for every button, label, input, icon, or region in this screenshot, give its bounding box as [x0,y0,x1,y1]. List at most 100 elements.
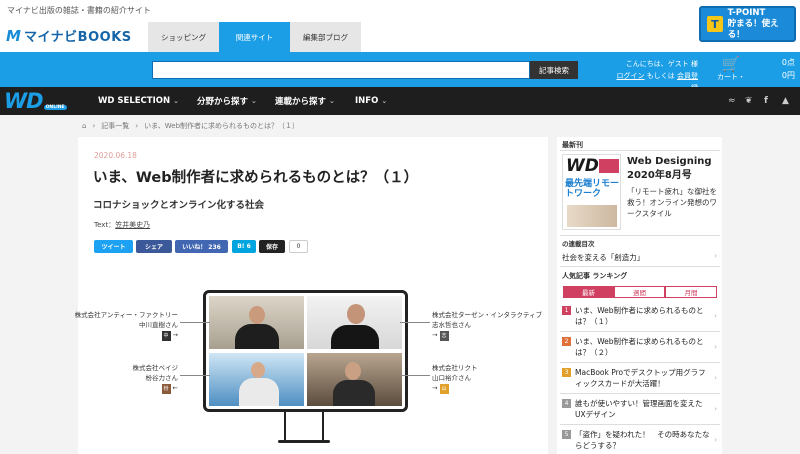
breadcrumb-articles[interactable]: 記事一覧 [101,121,129,131]
tweet-button[interactable]: ツイート [94,240,133,253]
tab-related-sites[interactable]: 関連サイト [219,22,290,52]
monitor-base [278,440,330,443]
divider [560,266,720,267]
participant-label-nakagawa: 株式会社アンティー・ファクトリー 中川直樹さん 中 → [70,310,178,341]
tab-shopping[interactable]: ショッピング [148,22,219,52]
rss-icon[interactable]: ≈ [728,87,736,115]
wd-logo-text: WD [4,89,44,113]
participant-tag: 枌 [161,384,171,394]
nav-by-series[interactable]: 連載から探す ⌄ [275,87,335,115]
connector-line [180,322,210,323]
mynavi-logo-text: マイナビBOOKS [23,30,132,45]
participant-name: 山口裕介さん [432,374,471,382]
ranking-tab-latest[interactable]: 最新 [563,286,614,298]
article-title: いま、Web制作者に求められるものとは？（１） [93,170,419,186]
facebook-icon[interactable]: f [764,87,768,115]
nav-wd-selection[interactable]: WD SELECTION ⌄ [98,87,179,115]
rank-title: 誰もが使いやすい！管理画面を変えたUXデザイン [575,399,703,419]
magazine-title-name: Web Designing [627,156,712,167]
participant-label-sogitani: 株式会社ベイジ 枌谷力さん 枌 ← [70,363,178,394]
participant-label-shimizu: 株式会社ターゼン・インタラクティブ 志水哲也さん → 志 [432,310,544,341]
tpoint-title: T-POINT [727,7,766,18]
chevron-right-icon: › [714,436,717,444]
video-tile-shimizu [307,296,402,349]
magazine-description: 「リモート疲れ」な御社を救う！オンライン発想のワークスタイル [627,187,717,218]
greeting-text: こんにちは、ゲスト 様 [625,60,698,68]
participant-name: 枌谷力さん [145,374,179,382]
article-credit: Text：笠井美史乃 [94,220,150,230]
arrow-right-icon: → [432,331,438,339]
video-tile-sogitani [209,353,304,406]
participant-tag: 山 [439,384,449,394]
author-link[interactable]: 笠井美史乃 [115,221,150,229]
cart-button[interactable]: 🛒 カート・ [711,56,751,84]
participant-company: 株式会社ベイジ [132,364,179,372]
cart-summary: 0点 0円 [755,56,795,82]
tweet-label: ツイート [101,244,126,251]
twitter-icon[interactable]: ❦ [745,87,753,115]
wd-online-badge: ONLINE [43,104,67,110]
feedly-icon[interactable]: ▲ [782,87,789,115]
hatena-bookmark-button[interactable]: B! 6 [232,240,256,253]
magazine-issue: 2020年8月号 [627,170,692,181]
chevron-right-icon: › [714,405,717,413]
participant-tag: 中 [161,331,171,341]
facebook-share-button[interactable]: シェア [136,240,172,253]
rank-number: 5 [562,430,571,439]
ranking-item-2[interactable]: 2 いま、Web制作者に求められるものとは？（２） › [562,336,717,358]
rank-title: いま、Web制作者に求められるものとは？（２） [575,337,704,357]
cart-item-count: 0点 [781,58,795,67]
chevron-down-icon: ⌄ [381,97,388,105]
cart-icon: 🛒 [721,55,741,73]
series-toc-heading: の連載目次 [562,240,595,248]
ranking-item-1[interactable]: 1 いま、Web制作者に求められるものとは？（１） › [562,305,717,327]
ranking-item-5[interactable]: 5 「盗作」を疑われた！ その時あなたならどうする？ › [562,429,717,451]
connector-line [400,322,430,323]
tab-editorial-blog[interactable]: 編集部ブログ [290,22,361,52]
chevron-down-icon: ⌄ [329,97,335,105]
participant-name: 中川直樹さん [139,321,178,329]
tpoint-banner[interactable]: T T-POINT 貯まる！使える！ [699,6,796,42]
or-text: もしくは [646,72,675,80]
participant-company: 株式会社リクト [432,364,478,372]
pocket-save-button[interactable]: 保存 [259,240,285,253]
divider [560,393,720,394]
series-toc-item[interactable]: 社会を変える「創造力」 › [562,252,717,263]
chevron-down-icon: ⌄ [173,97,179,105]
magazine-cover[interactable]: WD 最先端リモートワーク [562,154,621,230]
wd-online-logo[interactable]: WD ONLINE [4,89,74,113]
nav-info-label: INFO [355,96,379,106]
ranking-item-3[interactable]: 3 MacBook Proでデスクトップ用グラフィックスカードが大活躍！ › [562,367,717,389]
hatena-label: B! 6 [237,243,251,250]
divider [560,331,720,332]
participant-company: 株式会社アンティー・ファクトリー [74,311,178,319]
rank-number: 4 [562,399,571,408]
nav-by-field[interactable]: 分野から探す ⌄ [197,87,257,115]
facebook-share-label: シェア [144,244,163,251]
article-search-input[interactable] [152,61,530,79]
arrow-right-icon: → [172,331,178,339]
cart-label: カート・ [717,73,745,81]
credit-prefix: Text： [94,221,116,229]
home-icon[interactable]: ⌂ [82,122,86,130]
video-tile-nakagawa [209,296,304,349]
like-button[interactable]: いいね！ 236 [175,240,228,253]
participant-label-yamaguchi: 株式会社リクト 山口裕介さん → 山 [432,363,544,394]
ranking-item-4[interactable]: 4 誰もが使いやすい！管理画面を変えたUXデザイン › [562,398,717,420]
login-link[interactable]: ログイン [617,72,645,80]
chevron-down-icon: ⌄ [251,97,257,105]
video-tile-yamaguchi [307,353,402,406]
rank-title: 「盗作」を疑われた！ その時あなたならどうする？ [575,430,710,450]
mynavi-books-logo[interactable]: M マイナビBOOKS [6,26,132,46]
magazine-title[interactable]: Web Designing 2020年8月号 [627,155,712,183]
divider [560,362,720,363]
nav-info[interactable]: INFO ⌄ [355,87,387,115]
article-search-button[interactable]: 記事検索 [530,61,578,79]
rank-title: MacBook Proでデスクトップ用グラフィックスカードが大活躍！ [575,368,706,388]
site-tagline: マイナビ出版の雑誌・書籍の紹介サイト [7,6,151,15]
ranking-heading: 人気記事 ランキング [562,272,628,280]
ranking-tab-monthly[interactable]: 月間 [665,286,717,298]
article-subtitle: コロナショックとオンライン化する社会 [93,200,265,211]
tpoint-icon: T [707,16,723,32]
ranking-tab-weekly[interactable]: 週間 [614,286,665,298]
